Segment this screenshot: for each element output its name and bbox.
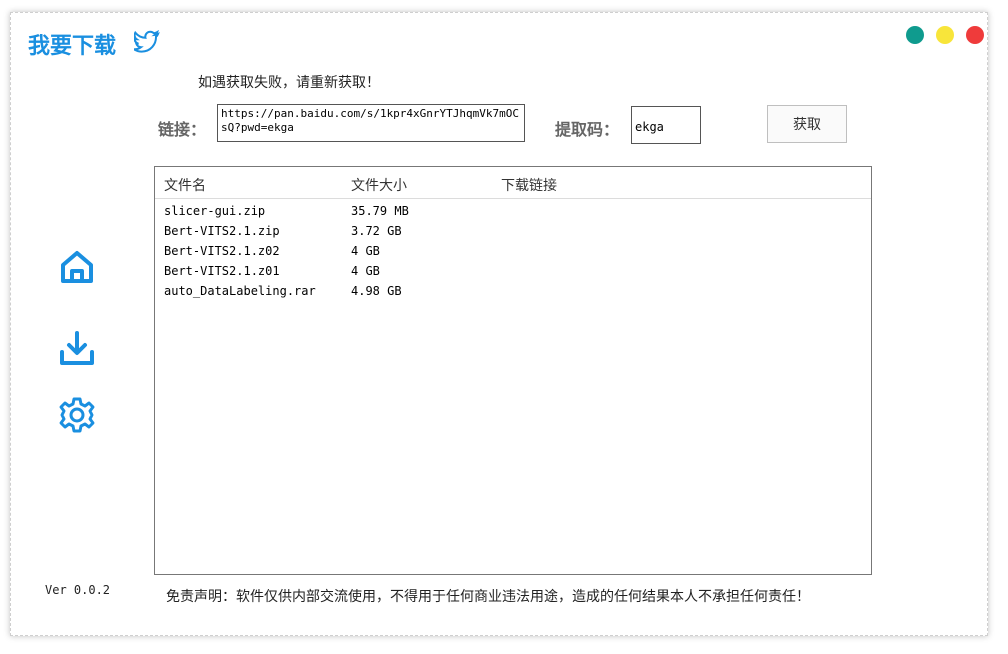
- maximize-dot[interactable]: [936, 26, 954, 44]
- table-row[interactable]: Bert-VITS2.1.z02 4 GB: [155, 241, 871, 261]
- settings-icon[interactable]: [58, 396, 96, 434]
- table-header: 文件名 文件大小 下载链接: [155, 167, 871, 199]
- fetch-notice: 如遇获取失败，请重新获取！: [198, 75, 380, 91]
- link-label: 链接：: [158, 120, 207, 139]
- file-name: Bert-VITS2.1.z02: [164, 244, 280, 258]
- link-input[interactable]: https://pan.baidu.com/s/1kpr4xGnrYTJhqmV…: [217, 104, 525, 142]
- minimize-dot[interactable]: [906, 26, 924, 44]
- header-filename[interactable]: 文件名: [164, 175, 206, 195]
- header-filesize[interactable]: 文件大小: [351, 175, 407, 195]
- file-size: 3.72 GB: [351, 224, 402, 238]
- file-size: 4 GB: [351, 264, 380, 278]
- table-row[interactable]: Bert-VITS2.1.zip 3.72 GB: [155, 221, 871, 241]
- download-icon[interactable]: [58, 330, 96, 368]
- table-row[interactable]: Bert-VITS2.1.z01 4 GB: [155, 261, 871, 281]
- table-row[interactable]: slicer-gui.zip 35.79 MB: [155, 201, 871, 221]
- file-size: 4.98 GB: [351, 284, 402, 298]
- file-size: 4 GB: [351, 244, 380, 258]
- home-icon[interactable]: [58, 248, 96, 286]
- file-name: Bert-VITS2.1.zip: [164, 224, 280, 238]
- file-table: 文件名 文件大小 下载链接 slicer-gui.zip 35.79 MB Be…: [154, 166, 872, 575]
- table-row[interactable]: auto_DataLabeling.rar 4.98 GB: [155, 281, 871, 301]
- close-dot[interactable]: [966, 26, 984, 44]
- version-label: Ver 0.0.2: [45, 583, 111, 597]
- file-name: Bert-VITS2.1.z01: [164, 264, 280, 278]
- disclaimer-text: 免责声明：软件仅供内部交流使用，不得用于任何商业违法用途，造成的任何结果本人不承…: [166, 589, 810, 605]
- fetch-button[interactable]: 获取: [767, 105, 847, 143]
- header-download-link[interactable]: 下载链接: [501, 175, 557, 195]
- code-label: 提取码：: [555, 120, 620, 139]
- file-name: auto_DataLabeling.rar: [164, 284, 316, 298]
- code-input[interactable]: ekga: [631, 106, 701, 144]
- file-size: 35.79 MB: [351, 204, 409, 218]
- app-title: 我要下载: [28, 34, 117, 59]
- bird-logo-icon: [134, 30, 160, 53]
- file-name: slicer-gui.zip: [164, 204, 266, 218]
